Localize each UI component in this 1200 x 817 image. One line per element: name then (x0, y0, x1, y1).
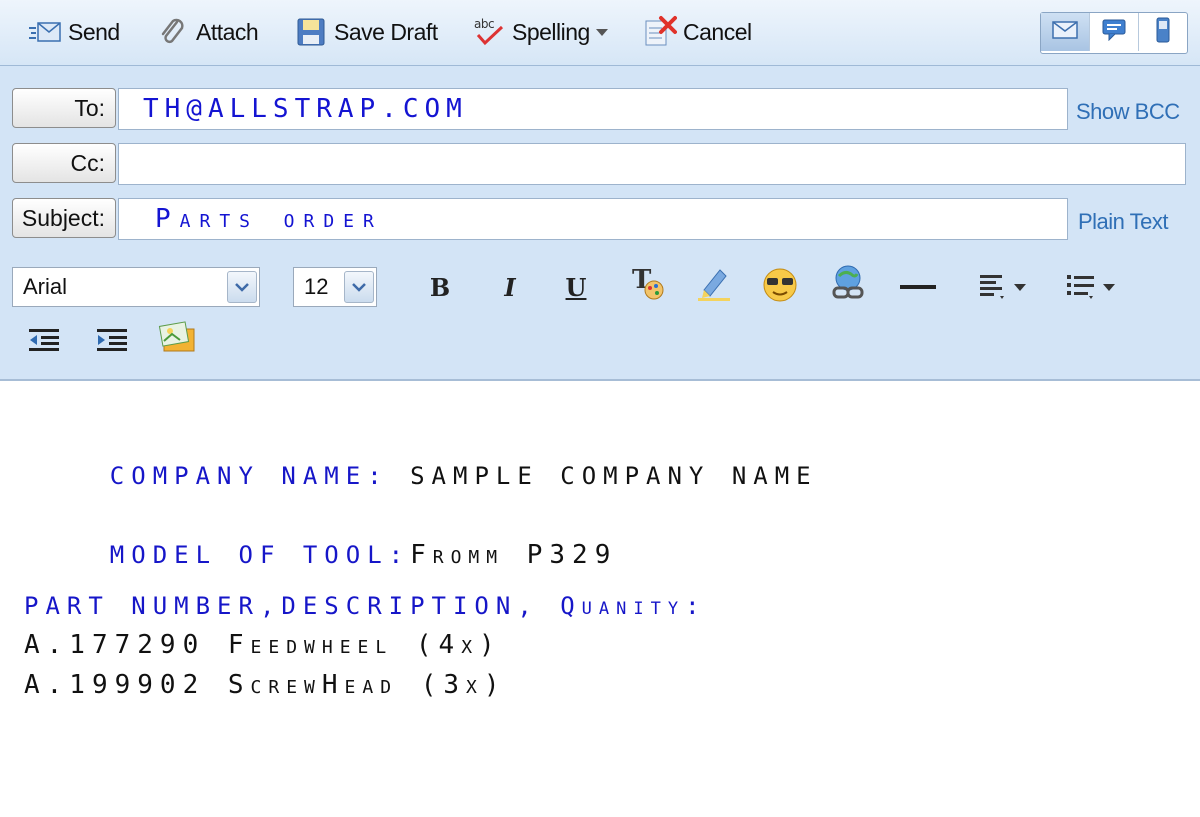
company-label: COMPANY NAME: (109, 462, 389, 490)
highlight-button[interactable] (694, 265, 734, 305)
emoticon-icon (761, 267, 799, 308)
outdent-button[interactable] (24, 322, 64, 362)
company-line: COMPANY NAME: SAMPLE COMPANY NAME (24, 434, 818, 518)
cancel-button[interactable]: Cancel (643, 12, 752, 52)
chat-view-button[interactable] (1089, 13, 1138, 51)
chevron-down-icon (227, 271, 257, 303)
bold-button[interactable]: B (420, 267, 460, 307)
horizontal-rule-button[interactable] (898, 267, 938, 307)
send-button[interactable]: Send (28, 12, 120, 52)
cancel-icon (643, 15, 677, 49)
chat-view-icon (1102, 19, 1126, 46)
cc-button[interactable]: Cc: (12, 143, 116, 183)
view-switcher (1040, 12, 1188, 54)
compose-header: To: TH@ALLSTRAP.COM Show BCC Cc: Subject… (0, 66, 1200, 381)
send-icon (28, 15, 62, 49)
to-button[interactable]: To: (12, 88, 116, 128)
bold-icon: B (429, 272, 451, 302)
list-item: A.199902 ScrewHead (3x) (24, 670, 507, 700)
bullet-list-icon (1065, 270, 1097, 305)
svg-text:abc: abc (474, 17, 494, 31)
font-value: Arial (23, 274, 68, 299)
attach-button[interactable]: Attach (156, 12, 259, 52)
email-view-button[interactable] (1041, 13, 1089, 51)
underline-button[interactable]: U (556, 267, 596, 307)
indent-icon (95, 326, 129, 359)
message-body[interactable]: COMPANY NAME: SAMPLE COMPANY NAME MODEL … (0, 382, 1200, 817)
save-draft-button[interactable]: Save Draft (294, 12, 438, 52)
text-color-button[interactable]: T (628, 265, 668, 305)
spelling-label: Spelling (512, 18, 590, 45)
show-bcc-link[interactable]: Show BCC (1076, 99, 1180, 125)
chevron-down-icon (595, 28, 608, 36)
floppy-disk-icon (294, 15, 328, 49)
insert-image-icon (158, 320, 198, 360)
mobile-view-button[interactable] (1138, 13, 1187, 51)
chevron-down-icon (344, 271, 374, 303)
to-field[interactable]: TH@ALLSTRAP.COM (118, 88, 1068, 130)
chevron-down-icon (1103, 283, 1115, 291)
insert-image-button[interactable] (158, 320, 198, 360)
cancel-label: Cancel (683, 18, 752, 45)
attach-label: Attach (196, 18, 259, 45)
emoticon-button[interactable] (760, 267, 800, 307)
model-value: Fromm P329 (410, 540, 618, 570)
spellcheck-icon: abc (472, 15, 506, 49)
subject-field[interactable]: Parts order (118, 198, 1068, 240)
link-icon (829, 264, 867, 307)
link-button[interactable] (828, 265, 868, 305)
paperclip-icon (156, 15, 190, 49)
italic-button[interactable]: I (490, 267, 530, 307)
text-color-icon: T (630, 264, 666, 307)
list-item: A.177290 Feedwheel (4x) (24, 630, 502, 660)
parts-header: PART NUMBER,DESCRIPTION, Quanity: (24, 592, 707, 620)
mobile-view-icon (1156, 17, 1170, 48)
cc-field[interactable] (118, 143, 1186, 185)
subject-button[interactable]: Subject: (12, 198, 116, 238)
indent-button[interactable] (92, 322, 132, 362)
underline-icon: U (565, 272, 587, 302)
bullet-list-button[interactable] (1054, 267, 1126, 307)
font-select[interactable]: Arial (12, 267, 260, 307)
send-label: Send (68, 18, 120, 45)
plain-text-link[interactable]: Plain Text (1078, 209, 1168, 235)
font-size-select[interactable]: 12 (293, 267, 377, 307)
chevron-down-icon (1014, 283, 1026, 291)
email-view-icon (1052, 20, 1078, 44)
align-icon (978, 270, 1008, 305)
model-label: MODEL OF TOOL: (109, 541, 411, 569)
save-draft-label: Save Draft (334, 18, 438, 45)
highlight-icon (696, 264, 732, 307)
italic-icon: I (504, 272, 516, 302)
outdent-icon (27, 326, 61, 359)
align-button[interactable] (966, 267, 1038, 307)
font-size-value: 12 (304, 274, 329, 299)
compose-toolbar: Send Attach Save Draft abc Spelling Canc… (0, 0, 1200, 66)
company-value: SAMPLE COMPANY NAME (410, 462, 818, 490)
model-line: MODEL OF TOOL:Fromm P329 (24, 512, 617, 598)
horizontal-rule-icon (900, 278, 936, 296)
spelling-button[interactable]: abc Spelling (472, 12, 608, 52)
